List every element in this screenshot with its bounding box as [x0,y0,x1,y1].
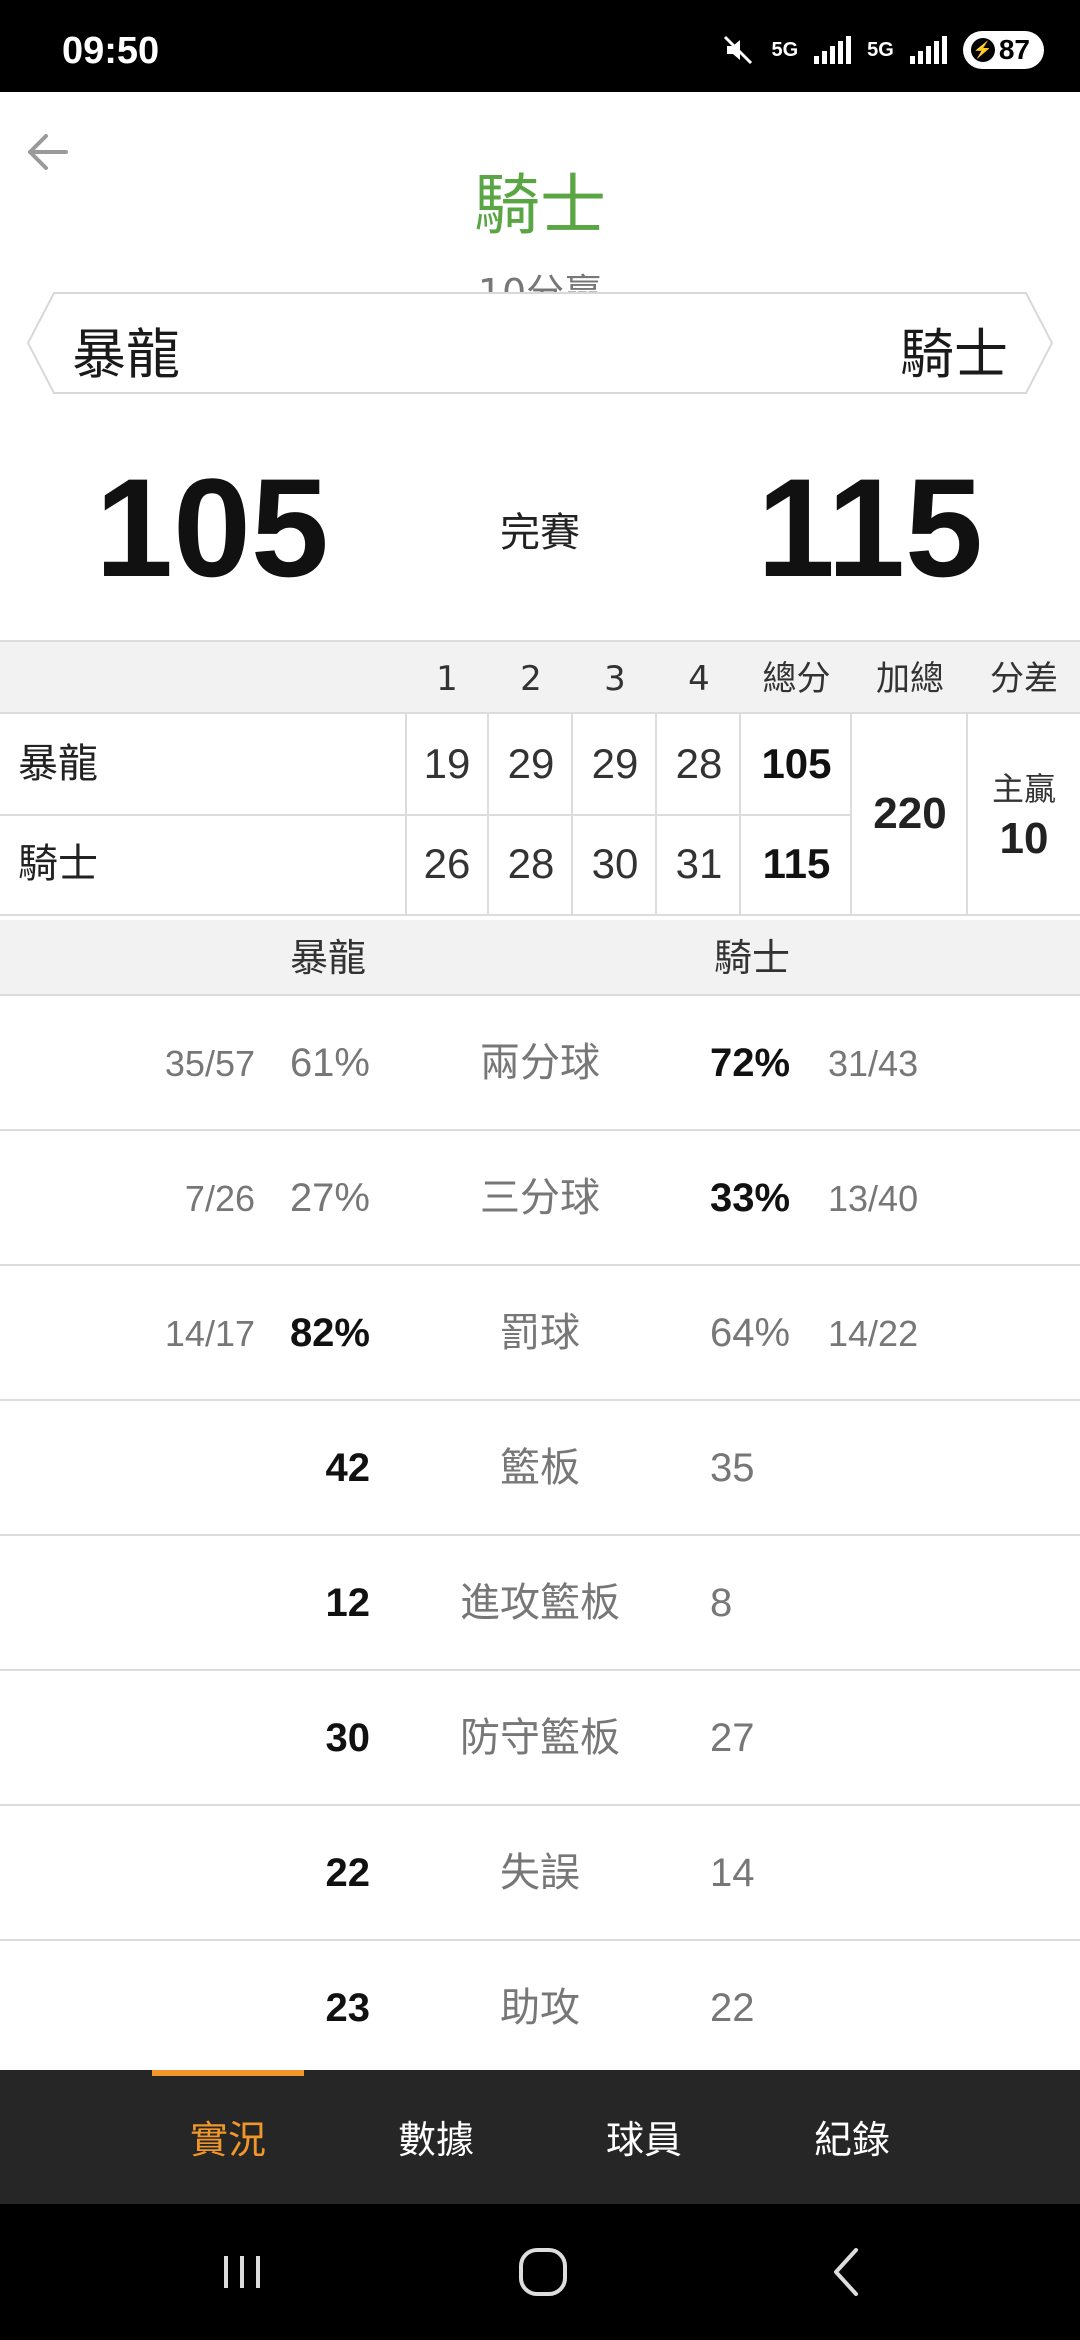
charging-icon: ⚡ [970,38,995,62]
home-made-attempts: 13/40 [828,1178,919,1219]
home-stat-value: 72% [710,1041,791,1085]
stats-list: 35/57 61% 兩分球 72% 31/43 7/26 27% 三分球 33%… [0,996,1080,2076]
system-nav-bar [0,2204,1080,2340]
stat-label: 失誤 [500,1850,580,1896]
away-stat-value: 30 [325,1716,371,1760]
stat-label: 助攻 [500,1985,580,2031]
home-stat-value: 33% [710,1176,791,1220]
tab-live[interactable]: 實況 [150,2070,306,2204]
stat-label: 籃板 [500,1445,580,1491]
back-icon[interactable] [806,2232,886,2312]
tab-records[interactable]: 紀錄 [774,2070,930,2204]
table-row-team: 騎士 [18,841,98,887]
stat-row: 22 失誤 14 [0,1806,1080,1941]
quarter-score: 31 [675,840,723,887]
total-score: 105 [761,740,832,787]
status-icons: 5G 5G ⚡ 87 [721,30,1044,70]
tab-stats[interactable]: 數據 [358,2070,514,2204]
stat-row: 35/57 61% 兩分球 72% 31/43 [0,996,1080,1131]
stat-row: 30 防守籃板 27 [0,1671,1080,1806]
total-score: 115 [762,840,831,887]
quarter-score: 28 [675,740,723,787]
away-team-name[interactable]: 暴龍 [72,310,180,389]
stat-label: 罰球 [500,1310,580,1356]
header-q2: 2 [520,659,542,699]
quarter-score: 29 [591,740,639,787]
home-icon[interactable] [503,2232,583,2312]
quarter-score: 19 [423,740,471,787]
stat-label: 兩分球 [480,1040,600,1086]
quarter-score: 30 [591,840,639,887]
quarter-table: 暴龍 19 29 29 28 105 騎士 26 28 30 31 115 22… [0,712,1080,916]
bottom-tab-bar: 實況 數據 球員 紀錄 [0,2070,1080,2204]
status-time: 09:50 [62,30,160,72]
stat-row: 14/17 82% 罰球 64% 14/22 [0,1266,1080,1401]
home-score: 115 [757,449,983,606]
quarter-table-header: 1 2 3 4 總分 加總 分差 [0,640,1080,714]
quarter-score: 28 [507,840,555,887]
tab-players[interactable]: 球員 [566,2070,722,2204]
diff-label: 主贏 [991,770,1056,808]
winner-team: 騎士 [474,167,606,244]
table-row-team: 暴龍 [18,741,98,787]
header-combined: 加總 [876,659,944,699]
stat-label: 三分球 [480,1175,600,1221]
stat-row: 12 進攻籃板 8 [0,1536,1080,1671]
home-stat-value: 64% [710,1311,791,1355]
home-stat-value: 35 [710,1446,755,1490]
header-q4: 4 [688,659,710,699]
home-team-name[interactable]: 騎士 [900,310,1008,389]
stats-header: 暴龍 騎士 [0,920,1080,996]
home-stat-value: 22 [710,1986,755,2030]
stats-home-team: 騎士 [713,936,790,980]
away-stat-value: 12 [325,1581,371,1625]
stat-row: 7/26 27% 三分球 33% 13/40 [0,1131,1080,1266]
stat-row: 42 籃板 35 [0,1401,1080,1536]
home-stat-value: 27 [710,1716,755,1760]
header-q3: 3 [604,659,626,699]
away-stat-value: 23 [325,1986,371,2030]
header-total: 總分 [762,659,831,699]
away-stat-value: 27% [289,1176,370,1220]
quarter-score: 29 [507,740,555,787]
stat-label: 防守籃板 [460,1715,620,1761]
battery-level: 87 [998,34,1030,65]
recents-icon[interactable] [202,2232,282,2312]
network-label: 5G [867,38,894,61]
quarter-score: 26 [423,840,471,887]
stats-away-team: 暴龍 [289,936,366,980]
signal-icon [814,36,852,64]
signal-icon [909,36,947,64]
home-made-attempts: 14/22 [828,1313,919,1354]
network-label: 5G [771,38,799,61]
away-stat-value: 42 [325,1446,371,1490]
combined-total: 220 [873,789,947,838]
diff-value: 10 [999,814,1049,863]
header-q1: 1 [436,659,458,699]
battery-icon: ⚡ 87 [962,31,1044,69]
point-difference: 主贏 10 [968,764,1080,864]
mute-icon [724,35,753,65]
home-stat-value: 14 [710,1851,755,1895]
stat-row: 23 助攻 22 [0,1941,1080,2076]
away-stat-value: 22 [325,1851,371,1895]
away-stat-value: 61% [289,1041,370,1085]
away-made-attempts: 14/17 [164,1313,255,1354]
stat-label: 進攻籃板 [460,1580,620,1626]
home-made-attempts: 31/43 [828,1043,919,1084]
away-made-attempts: 35/57 [164,1043,255,1084]
home-stat-value: 8 [710,1581,733,1625]
away-stat-value: 82% [289,1311,370,1355]
away-made-attempts: 7/26 [184,1178,255,1219]
status-bar: 09:50 5G 5G ⚡ 87 [0,0,1080,92]
header-diff: 分差 [990,659,1058,699]
